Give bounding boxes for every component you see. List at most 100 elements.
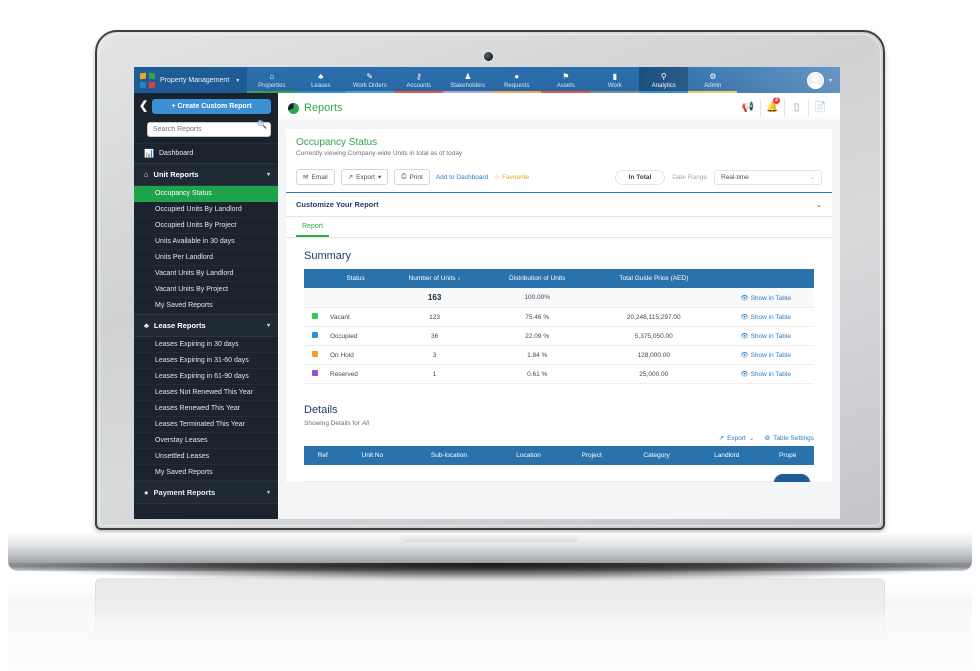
sidebar-item-leases-terminated-this-year[interactable]: Leases Terminated This Year (134, 417, 278, 433)
laptop-base-lip (400, 533, 580, 542)
document-icon[interactable]: 📄 (808, 100, 832, 116)
sidebar-item-occupied-units-by-landlord[interactable]: Occupied Units By Landlord (134, 202, 278, 218)
summary-units-cell: 123 (385, 307, 485, 327)
date-range-select[interactable]: Real-time ⌄ (714, 169, 822, 185)
export-icon: ↗ (718, 435, 725, 442)
table-settings-button[interactable]: ⚙ Table Settings (764, 434, 814, 443)
sidebar-group-payment-reports[interactable]: ● Payment Reports ▾ (134, 481, 278, 504)
summary-col-header[interactable]: Number of Units ↓ (385, 269, 485, 288)
tab-report[interactable]: Report (296, 217, 330, 237)
show-in-table-link[interactable]: 👁 Show in Table (740, 352, 791, 359)
nav-item-work[interactable]: ▮ Work (590, 67, 640, 93)
summary-show-cell: 👁 Show in Table (717, 288, 814, 308)
table-settings-label: Table Settings (773, 434, 814, 442)
mobile-icon[interactable]: ▯ (784, 100, 808, 116)
summary-price-cell (590, 288, 718, 308)
details-col-header[interactable]: Unit No (341, 446, 404, 465)
sort-down-arrow-icon[interactable]: ↓ (457, 275, 460, 282)
details-col-header[interactable]: Sub-location (403, 446, 495, 465)
sidebar-item-units-available-in-30-days[interactable]: Units Available in 30 days (134, 234, 278, 250)
details-col-header[interactable]: Prope (761, 446, 814, 465)
sidebar-item-unsettled-leases[interactable]: Unsettled Leases (134, 449, 278, 465)
brand-label: Property Management (160, 76, 230, 84)
add-to-dashboard-link[interactable]: Add to Dashboard (436, 174, 488, 181)
nav-item-accounts[interactable]: ⚷ Accounts (394, 67, 444, 93)
sidebar-item-vacant-units-by-landlord[interactable]: Vacant Units By Landlord (134, 266, 278, 282)
nav-item-label: Requests (504, 83, 530, 89)
nav-item-work-orders[interactable]: ✎ Work Orders (345, 67, 395, 93)
summary-distribution-cell: 0.61 % (484, 364, 591, 384)
search-input[interactable] (147, 122, 271, 137)
eye-icon: 👁 (740, 333, 749, 340)
nav-item-stakeholders[interactable]: ♟ Stakeholders (443, 67, 493, 93)
in-total-pill[interactable]: In Total (614, 169, 666, 185)
sidebar-item-my-saved-reports[interactable]: My Saved Reports (134, 298, 278, 314)
sidebar-item-occupancy-status[interactable]: Occupancy Status (134, 186, 278, 202)
create-custom-report-button[interactable]: + Create Custom Report (152, 99, 271, 114)
table-row[interactable] (304, 465, 814, 482)
handshake-icon: ♣ (318, 72, 324, 81)
details-col-header[interactable]: Category (620, 446, 693, 465)
table-row[interactable]: Reserved 1 0.61 % 25,000.00 👁 Show in Table (304, 364, 814, 384)
sidebar-item-leases-expiring-in-61-90-days[interactable]: Leases Expiring in 61-90 days (134, 369, 278, 385)
sidebar-item-leases-not-renewed-this-year[interactable]: Leases Not Renewed This Year (134, 385, 278, 401)
sidebar-item-leases-expiring-in-31-60-days[interactable]: Leases Expiring in 31-60 days (134, 353, 278, 369)
chevron-down-icon: ▾ (377, 174, 382, 181)
search-icon[interactable]: 🔍 (257, 120, 267, 129)
summary-status-cell: On Hold (326, 345, 386, 365)
show-in-table-link[interactable]: 👁 Show in Table (740, 333, 791, 340)
sidebar-item-dashboard[interactable]: 📊 Dashboard (134, 143, 278, 163)
report-title: Occupancy Status (296, 137, 378, 148)
sidebar-item-leases-renewed-this-year[interactable]: Leases Renewed This Year (134, 401, 278, 417)
sidebar-item-leases-expiring-in-30-days[interactable]: Leases Expiring in 30 days (134, 337, 278, 353)
summary-col-header[interactable]: Total Guide Price (AED) (590, 269, 718, 288)
chevron-left-icon[interactable]: ❮ (139, 101, 148, 112)
details-col-header[interactable]: Ref (304, 446, 342, 465)
brand-menu[interactable]: Property Management ▾ (134, 67, 248, 93)
table-row[interactable]: On Hold 3 1.84 % 128,000.00 👁 Show in Table (304, 345, 814, 365)
sidebar-item-overstay-leases[interactable]: Overstay Leases (134, 433, 278, 449)
summary-status-cell: Occupied (326, 326, 386, 346)
show-in-table-label: Show in Table (750, 352, 791, 359)
favourite-toggle[interactable]: ☆ Favourite (494, 173, 529, 182)
summary-units-cell: 163 (385, 288, 485, 308)
show-in-table-link[interactable]: 👁 Show in Table (740, 314, 791, 321)
email-button[interactable]: ✉ Email (296, 169, 335, 185)
nav-item-requests[interactable]: ● Requests (492, 67, 542, 93)
bell-icon[interactable]: 🔔 2 (760, 97, 784, 116)
details-export-button[interactable]: ↗ Export ⌄ (718, 434, 755, 443)
sidebar-item-my-saved-reports[interactable]: My Saved Reports (134, 465, 278, 481)
show-in-table-link[interactable]: 👁 Show in Table (740, 371, 791, 378)
print-button[interactable]: ⎙ Print (394, 169, 430, 185)
customize-your-report-accordion[interactable]: Customize Your Report ⌄ (286, 193, 832, 217)
email-label: Email (311, 173, 328, 181)
export-button[interactable]: ↗ Export ▾ (340, 169, 389, 185)
summary-col-header[interactable]: Status (326, 269, 386, 288)
nav-item-assets[interactable]: ⚑ Assets (541, 67, 591, 93)
table-row[interactable]: Vacant 123 75.46 % 20,248,115,297.00 👁 Show i… (304, 307, 814, 327)
sidebar-item-occupied-units-by-project[interactable]: Occupied Units By Project (134, 218, 278, 234)
megaphone-icon[interactable]: 📢 (736, 100, 760, 116)
details-col-header[interactable]: Landlord (692, 446, 762, 465)
user-menu[interactable]: ▾ (803, 67, 840, 93)
summary-col-header[interactable]: Distribution of Units (484, 269, 591, 288)
sidebar-group-unit-reports[interactable]: ⌂ Unit Reports ▾ (134, 163, 278, 186)
details-col-header[interactable]: Project (562, 446, 621, 465)
summary-swatch-cell (304, 326, 326, 346)
table-row[interactable]: Occupied 36 22.09 % 5,375,050.00 👁 Show in Ta… (304, 326, 814, 346)
details-table-wrap: Ref Unit No Sub-location Location Project Cat… (304, 446, 814, 482)
sidebar-item-units-per-landlord[interactable]: Units Per Landlord (134, 250, 278, 266)
floating-action-button[interactable] (774, 473, 810, 482)
nav-item-analytics[interactable]: ⚲ Analytics (639, 67, 689, 93)
nav-item-properties[interactable]: ⌂ Properties (247, 67, 297, 93)
nav-item-leases[interactable]: ♣ Leases (296, 67, 346, 93)
page-title-text: Reports (304, 102, 343, 114)
sidebar-item-vacant-units-by-project[interactable]: Vacant Units By Project (134, 282, 278, 298)
nav-item-admin[interactable]: ⚙ Admin (688, 67, 738, 93)
show-in-table-link[interactable]: 👁 Show in Table (740, 295, 791, 302)
details-col-header[interactable]: Location (494, 446, 563, 465)
sidebar: ❮ + Create Custom Report 🔍 📊 Dashboard ⌂ Un… (134, 93, 278, 519)
comment-icon: ● (514, 72, 520, 81)
sidebar-group-lease-reports[interactable]: ♣ Lease Reports ▾ (134, 314, 278, 337)
chevron-down-icon: ▾ (236, 77, 240, 84)
